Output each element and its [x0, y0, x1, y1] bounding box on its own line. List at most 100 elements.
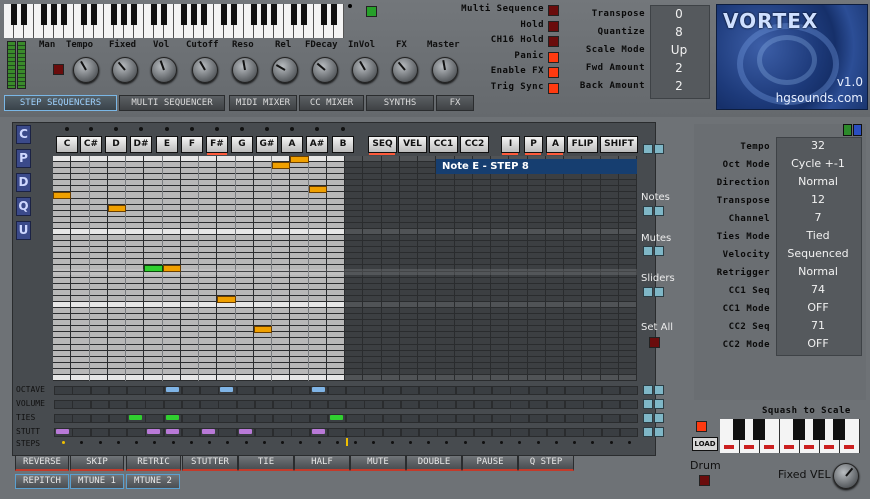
toggle-led-1[interactable] — [548, 20, 559, 32]
grid-cell[interactable] — [399, 350, 417, 356]
grid-cell[interactable] — [564, 235, 582, 241]
grid-cell[interactable] — [618, 216, 636, 222]
piano-black-key[interactable] — [331, 4, 337, 25]
grid-cell[interactable] — [509, 235, 527, 241]
grid-cell[interactable] — [53, 253, 71, 259]
grid-cell[interactable] — [436, 314, 454, 320]
grid-cell[interactable] — [272, 308, 290, 314]
grid-cell[interactable] — [162, 326, 180, 332]
grid-cell[interactable] — [399, 308, 417, 314]
grid-cell[interactable] — [217, 198, 235, 204]
grid-cell[interactable] — [217, 253, 235, 259]
grid-cell[interactable] — [618, 362, 636, 368]
grid-cell[interactable] — [71, 277, 89, 283]
lane-step[interactable] — [236, 400, 255, 409]
grid-cell[interactable] — [217, 356, 235, 362]
grid-cell[interactable] — [144, 368, 162, 374]
grid-cell[interactable] — [326, 374, 344, 380]
note-button-c-sharp[interactable]: C# — [80, 136, 102, 153]
grid-cell[interactable] — [363, 368, 381, 374]
grid-cell[interactable] — [381, 247, 399, 253]
color-swatch-green[interactable] — [843, 124, 852, 136]
grid-cell[interactable] — [345, 192, 363, 198]
grid-cell[interactable] — [472, 235, 490, 241]
grid-cell[interactable] — [527, 222, 545, 228]
grid-cell[interactable] — [491, 338, 509, 344]
grid-cell[interactable] — [180, 186, 198, 192]
grid-cell[interactable] — [235, 241, 253, 247]
grid-cell[interactable] — [235, 289, 253, 295]
grid-cell[interactable] — [235, 204, 253, 210]
grid-cell[interactable] — [618, 241, 636, 247]
grid-cell[interactable] — [582, 289, 600, 295]
grid-cell[interactable] — [545, 374, 563, 380]
note-button-b[interactable]: B — [332, 136, 354, 153]
grid-cell[interactable] — [308, 295, 326, 301]
grid-cell[interactable] — [144, 253, 162, 259]
grid-cell[interactable] — [326, 350, 344, 356]
grid-cell[interactable] — [418, 259, 436, 265]
grid-cell[interactable] — [399, 374, 417, 380]
grid-cell[interactable] — [472, 277, 490, 283]
lane-step[interactable] — [419, 428, 438, 437]
grid-cell[interactable] — [491, 314, 509, 320]
grid-cell[interactable] — [399, 253, 417, 259]
lane-step[interactable] — [181, 400, 201, 409]
grid-cell[interactable] — [564, 283, 582, 289]
grid-cell[interactable] — [564, 326, 582, 332]
action-button-mtune-2[interactable]: MTUNE 2 — [126, 474, 180, 489]
grid-cell[interactable] — [363, 235, 381, 241]
grid-cell[interactable] — [454, 253, 472, 259]
action-button-pause[interactable]: PAUSE — [462, 455, 518, 471]
grid-cell[interactable] — [126, 162, 144, 168]
grid-cell[interactable] — [436, 277, 454, 283]
grid-cell[interactable] — [527, 241, 545, 247]
grid-cell[interactable] — [89, 308, 107, 314]
grid-cell[interactable] — [363, 162, 381, 168]
lane-step[interactable] — [565, 428, 584, 437]
grid-cell[interactable] — [162, 314, 180, 320]
lane-step[interactable] — [546, 386, 566, 395]
grid-cell[interactable] — [162, 350, 180, 356]
grid-cell[interactable] — [509, 356, 527, 362]
grid-cell[interactable] — [89, 204, 107, 210]
grid-cell[interactable] — [144, 356, 162, 362]
grid-cell[interactable] — [381, 253, 399, 259]
grid-cell[interactable] — [89, 362, 107, 368]
grid-cell[interactable] — [345, 186, 363, 192]
grid-cell[interactable] — [144, 247, 162, 253]
grid-cell[interactable] — [472, 338, 490, 344]
grid-cell[interactable] — [527, 277, 545, 283]
grid-cell[interactable] — [582, 295, 600, 301]
grid-cell[interactable] — [126, 192, 144, 198]
grid-cell[interactable] — [326, 222, 344, 228]
grid-cell[interactable] — [180, 168, 198, 174]
grid-cell[interactable] — [472, 192, 490, 198]
grid-cell[interactable] — [217, 168, 235, 174]
grid-cell[interactable] — [491, 374, 509, 380]
lane-step[interactable] — [254, 428, 274, 437]
lane-step[interactable] — [492, 400, 511, 409]
grid-cell[interactable] — [491, 174, 509, 180]
grid-cell[interactable] — [509, 368, 527, 374]
mode-button-cc2[interactable]: CC2 — [460, 136, 489, 153]
grid-cell[interactable] — [491, 344, 509, 350]
grid-cell[interactable] — [527, 216, 545, 222]
lane-active-step[interactable] — [147, 429, 161, 434]
grid-cell[interactable] — [199, 326, 217, 332]
grid-cell[interactable] — [89, 356, 107, 362]
grid-cell[interactable] — [107, 338, 125, 344]
grid-cell[interactable] — [527, 186, 545, 192]
grid-cell[interactable] — [235, 222, 253, 228]
grid-cell[interactable] — [253, 344, 271, 350]
grid-cell[interactable] — [180, 156, 198, 162]
grid-cell[interactable] — [144, 320, 162, 326]
grid-cell[interactable] — [326, 277, 344, 283]
grid-cell[interactable] — [199, 253, 217, 259]
grid-cell[interactable] — [290, 186, 308, 192]
grid-cell[interactable] — [527, 356, 545, 362]
grid-cell[interactable] — [180, 308, 198, 314]
grid-cell[interactable] — [618, 235, 636, 241]
grid-cell[interactable] — [472, 374, 490, 380]
lane-step[interactable] — [127, 400, 146, 409]
